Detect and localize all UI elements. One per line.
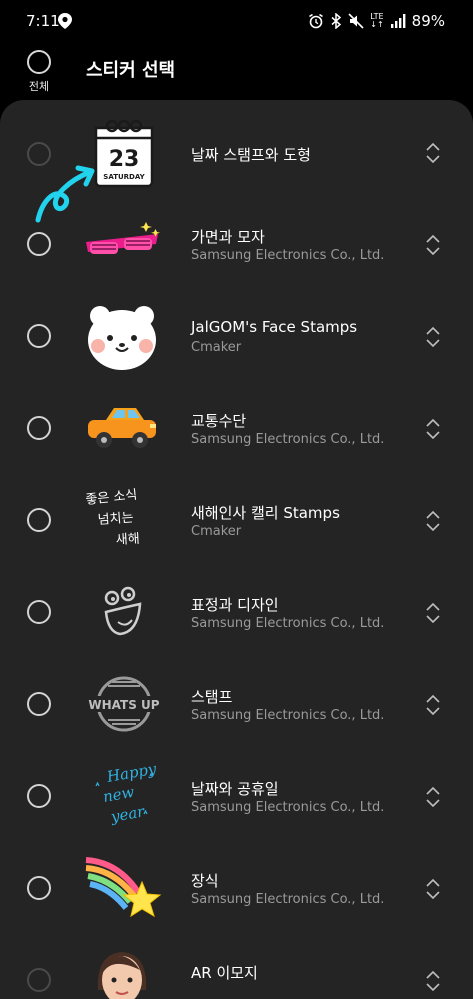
item-title: AR 이모지 (191, 964, 258, 982)
calligraphy-icon: 좋은 소식 넘치는 새해 (82, 480, 162, 560)
status-time: 7:11 (26, 12, 60, 30)
network-type: LTE ↓↑ (370, 12, 384, 29)
calligraphy-line-1: 좋은 소식 (85, 488, 138, 508)
drag-handle-icon[interactable] (424, 326, 442, 348)
drag-handle-icon[interactable] (424, 786, 442, 808)
location-icon (58, 13, 72, 29)
item-checkbox[interactable] (27, 232, 51, 256)
script-line-3: year (109, 802, 147, 826)
ar-emoji-icon (82, 940, 162, 999)
happy-new-year-icon: Happy new year (82, 756, 162, 836)
item-publisher: Cmaker (191, 524, 242, 539)
item-title: 새해인사 캘리 Stamps (191, 504, 340, 522)
drag-handle-icon[interactable] (424, 878, 442, 900)
car-icon (82, 388, 162, 468)
select-all-label: 전체 (28, 80, 50, 93)
calendar-day: 23 (109, 147, 140, 172)
item-title: 가면과 모자 (191, 228, 265, 246)
drag-handle-icon[interactable] (424, 234, 442, 256)
page-title: 스티커 선택 (86, 60, 176, 81)
battery-level: 89% (411, 12, 445, 30)
list-item[interactable]: 교통수단 Samsung Electronics Co., Ltd. (0, 382, 473, 474)
script-line-2: new (102, 783, 136, 806)
bear-face-icon (82, 296, 162, 376)
shooting-star-icon (82, 848, 162, 928)
stamp-text: WHATS UP (88, 698, 159, 712)
doodle-face-icon (82, 572, 162, 652)
item-publisher: Samsung Electronics Co., Ltd. (191, 248, 385, 263)
item-publisher: Cmaker (191, 340, 242, 355)
header: 전체 스티커 선택 (0, 44, 473, 100)
list-item[interactable]: WHATS UP 스탬프 Samsung Electronics Co., Lt… (0, 658, 473, 750)
list-item[interactable]: 가면과 모자 Samsung Electronics Co., Ltd. (0, 198, 473, 290)
item-title: 스탬프 (191, 688, 233, 706)
item-checkbox[interactable] (27, 324, 51, 348)
item-checkbox[interactable] (27, 784, 51, 808)
list-item[interactable]: JalGOM's Face Stamps Cmaker (0, 290, 473, 382)
status-icons: LTE ↓↑ 89% (308, 12, 445, 30)
drag-handle-icon[interactable] (424, 142, 442, 164)
signal-icon (390, 13, 406, 29)
drag-handle-icon[interactable] (424, 418, 442, 440)
calligraphy-line-2: 넘치는 (97, 511, 134, 528)
list-item[interactable]: 장식 Samsung Electronics Co., Ltd. (0, 842, 473, 934)
drag-handle-icon[interactable] (424, 694, 442, 716)
calligraphy-line-3: 새해 (115, 532, 140, 548)
item-publisher: Samsung Electronics Co., Ltd. (191, 708, 385, 723)
list-item[interactable]: Happy new year 날짜와 공휴일 Samsung Electroni… (0, 750, 473, 842)
item-checkbox[interactable] (27, 692, 51, 716)
drag-handle-icon[interactable] (424, 510, 442, 532)
drag-handle-icon[interactable] (424, 602, 442, 624)
item-publisher: Samsung Electronics Co., Ltd. (191, 432, 385, 447)
item-title: 날짜 스탬프와 도형 (191, 146, 311, 164)
drag-handle-icon[interactable] (424, 970, 442, 992)
bluetooth-icon (330, 13, 342, 29)
whats-up-stamp-icon: WHATS UP (82, 664, 162, 744)
item-title: JalGOM's Face Stamps (191, 318, 358, 336)
sticker-list: 23 SATURDAY 날짜 스탬프와 도형 가면과 모자 Samsung El… (0, 100, 473, 999)
item-checkbox[interactable] (27, 508, 51, 532)
item-publisher: Samsung Electronics Co., Ltd. (191, 892, 385, 907)
status-bar: 7:11 LTE ↓↑ 89% (0, 0, 473, 44)
list-item[interactable]: 표정과 디자인 Samsung Electronics Co., Ltd. (0, 566, 473, 658)
item-checkbox[interactable] (27, 416, 51, 440)
calendar-weekday: SATURDAY (103, 173, 145, 181)
mute-icon (348, 13, 364, 29)
item-checkbox[interactable] (27, 876, 51, 900)
item-checkbox[interactable] (27, 968, 51, 992)
item-title: 표정과 디자인 (191, 596, 279, 614)
alarm-icon (308, 13, 324, 29)
party-glasses-icon (82, 204, 162, 284)
select-all-checkbox[interactable] (27, 50, 51, 74)
item-publisher: Samsung Electronics Co., Ltd. (191, 616, 385, 631)
item-title: 장식 (191, 872, 219, 890)
list-item[interactable]: AR 이모지 (0, 934, 473, 999)
item-title: 날짜와 공휴일 (191, 780, 279, 798)
item-publisher: Samsung Electronics Co., Ltd. (191, 800, 385, 815)
list-item[interactable]: 좋은 소식 넘치는 새해 새해인사 캘리 Stamps Cmaker (0, 474, 473, 566)
item-title: 교통수단 (191, 412, 247, 430)
item-checkbox[interactable] (27, 600, 51, 624)
